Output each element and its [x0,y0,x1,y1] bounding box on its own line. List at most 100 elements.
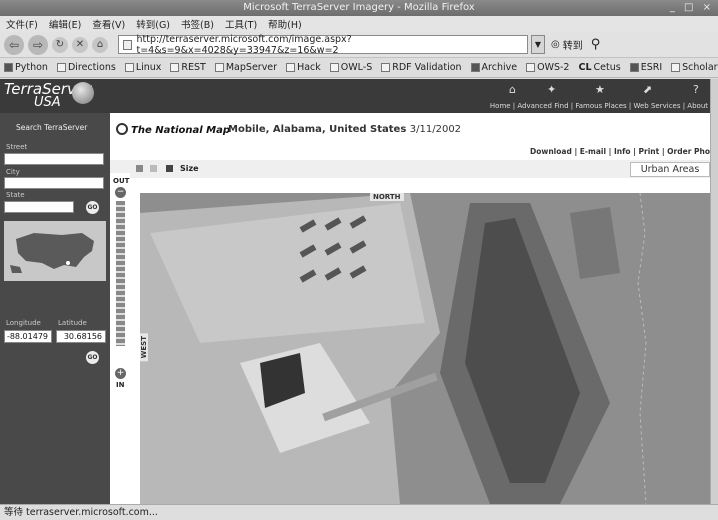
scholar-icon [671,63,681,72]
page-icon [526,63,536,72]
bookmark-rdf-validation[interactable]: RDF Validation [381,62,462,73]
bookmark-ows-2[interactable]: OWS-2 [526,62,569,73]
zoom-out-button[interactable]: − [115,187,126,198]
coord-go-button[interactable]: GO [86,351,99,364]
navigation-toolbar: ⇦ ⇨ ↻ ✕ ⌂ http://terraserver.microsoft.c… [0,32,718,58]
latitude-input[interactable]: 30.68156 [56,330,106,343]
menu-bar: 文件(F) 编辑(E) 查看(V) 转到(G) 书签(B) 工具(T) 帮助(H… [0,16,718,32]
menu-tools[interactable]: 工具(T) [225,17,257,31]
advanced-find-icon[interactable]: ✦ [547,83,556,96]
size-medium-icon[interactable] [150,165,157,172]
bookmark-label: Cetus [593,62,621,73]
famous-places-icon[interactable]: ★ [595,83,605,96]
aerial-photo [140,193,710,504]
national-map-swirl-icon [116,123,128,135]
bookmark-label: Python [15,62,48,73]
national-map-logo[interactable]: The National Map [116,123,230,136]
city-label: City [6,168,20,176]
search-icon[interactable]: ⚲ [591,37,601,52]
city-input[interactable] [4,177,104,189]
compass-north[interactable]: NORTH [370,193,404,201]
bookmark-hack[interactable]: Hack [286,62,321,73]
about-icon[interactable]: ? [693,83,699,96]
stop-button[interactable]: ✕ [72,36,88,53]
bookmark-label: Archive [481,62,518,73]
window-title: Microsoft TerraServer Imagery - Mozilla … [243,2,475,13]
action-links[interactable]: Download | E-mail | Info | Print | Order… [530,147,710,156]
bookmark-linux[interactable]: Linux [124,62,161,73]
back-button[interactable]: ⇦ [4,34,24,55]
bookmark-mapserver[interactable]: MapServer [214,62,278,73]
bookmark-label: MapServer [225,62,278,73]
size-label: Size [180,164,199,173]
state-label: State [6,191,25,199]
menu-go[interactable]: 转到(G) [136,17,170,31]
globe-icon [72,82,94,104]
longitude-input[interactable]: -88.01479 [4,330,52,343]
bookmark-esri[interactable]: ESRI [629,62,663,73]
page-icon [381,63,391,72]
url-bar[interactable]: http://terraserver.microsoft.com/image.a… [118,34,528,56]
bookmark-label: ESRI [640,62,663,73]
python-icon [4,63,13,72]
search-go-button[interactable]: GO [86,201,99,214]
reload-icon: ↻ [55,39,65,50]
menu-file[interactable]: 文件(F) [6,17,38,31]
national-map-bar: The National Map Mobile, Alabama, United… [110,117,710,143]
page-icon [329,63,339,72]
go-button[interactable]: ◎ 转到 [551,37,583,52]
bookmark-label: Scholar [682,62,718,73]
zoom-scale[interactable] [116,201,125,346]
size-bar: Size [110,160,710,178]
bookmark-label: REST [181,62,206,73]
longitude-label: Longitude [6,319,41,327]
window-controls[interactable]: _ □ × [670,0,714,16]
bookmark-python[interactable]: Python [4,62,48,73]
street-label: Street [6,143,28,151]
home-icon[interactable]: ⌂ [509,83,516,96]
urban-areas-tab[interactable]: Urban Areas [630,162,710,177]
url-dropdown-button[interactable]: ▼ [531,35,545,54]
search-title: Search TerraServer [16,123,88,132]
street-input[interactable] [4,153,104,165]
compass-west[interactable]: WEST [140,333,148,362]
vertical-scrollbar[interactable] [710,79,718,504]
top-nav-icons: ⌂ ✦ ★ ⬈ ? [495,81,710,96]
bookmark-cetus[interactable]: CL Cetus [578,62,620,73]
us-map-icon [4,221,106,281]
dropdown-arrow-icon: ▼ [534,40,542,49]
bookmark-rest[interactable]: REST [170,62,206,73]
state-input[interactable] [4,201,74,213]
size-large-icon[interactable] [166,165,173,172]
window-titlebar: Microsoft TerraServer Imagery - Mozilla … [0,0,718,16]
page-icon [56,63,66,72]
bookmark-label: Directions [67,62,116,73]
top-nav-links[interactable]: Home | Advanced Find | Famous Places | W… [490,102,708,110]
status-text: 等待 terraserver.microsoft.com... [4,507,158,518]
zoom-control: OUT − + IN [110,173,130,504]
cl-icon: CL [578,62,592,73]
aerial-image[interactable]: NORTH WEST [140,193,710,504]
status-bar: 等待 terraserver.microsoft.com... [0,504,718,520]
reload-button[interactable]: ↻ [52,36,68,53]
forward-arrow-icon: ⇨ [32,37,44,52]
bookmark-owl-s[interactable]: OWL-S [329,62,372,73]
zoom-in-button[interactable]: + [115,368,126,379]
web-services-icon[interactable]: ⬈ [643,83,652,96]
latitude-label: Latitude [58,319,87,327]
menu-edit[interactable]: 编辑(E) [49,17,81,31]
esri-icon [629,63,639,72]
size-small-icon[interactable] [136,165,143,172]
bookmark-directions[interactable]: Directions [56,62,116,73]
image-date: 3/11/2002 [409,124,462,135]
top-navigation: ⌂ ✦ ★ ⬈ ? Home | Advanced Find | Famous … [490,81,710,111]
us-locator-map[interactable] [4,221,106,281]
page-icon [170,63,180,72]
forward-button[interactable]: ⇨ [28,34,48,55]
menu-view[interactable]: 查看(V) [92,17,125,31]
bookmark-archive[interactable]: Archive [470,62,518,73]
menu-help[interactable]: 帮助(H) [268,17,302,31]
menu-bookmarks[interactable]: 书签(B) [181,17,214,31]
bookmark-scholar[interactable]: Scholar [671,62,718,73]
home-button[interactable]: ⌂ [92,36,108,53]
